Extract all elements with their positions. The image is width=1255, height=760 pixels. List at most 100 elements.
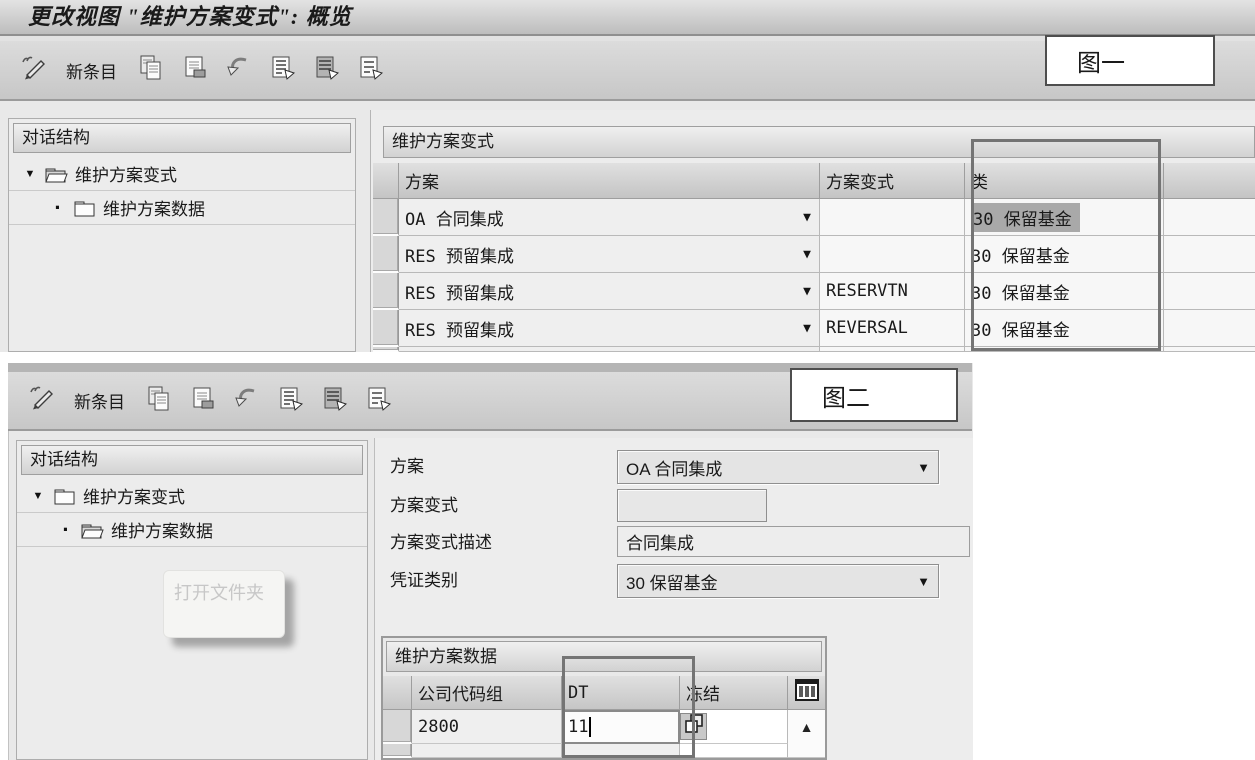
plan-dropdown-cell[interactable]: RES 预留集成 ▼ [399, 310, 820, 347]
filler-cell [1164, 236, 1255, 273]
column-header-company-code-group[interactable]: 公司代码组 [412, 676, 562, 710]
plan-variant-input[interactable] [617, 489, 767, 522]
closed-folder-icon [52, 486, 76, 506]
expand-triangle-icon[interactable]: ▼ [31, 490, 45, 502]
variant-cell[interactable]: REVERSAL [820, 310, 965, 347]
doc-arrow-icon [269, 54, 296, 86]
tooltip-text: 打开文件夹 [174, 583, 264, 603]
table-settings-cell[interactable] [788, 676, 825, 710]
doc-arrow-dark-icon [321, 385, 348, 417]
new-entries-button[interactable]: 新条目 [62, 58, 121, 83]
copy-as-button[interactable] [187, 386, 217, 416]
dropdown-arrow-icon[interactable]: ▼ [803, 247, 819, 262]
dropdown-arrow-icon[interactable]: ▼ [917, 460, 938, 475]
plan-dropdown-cell[interactable]: RES 预留集成 ▼ [399, 273, 820, 310]
undo-icon [225, 54, 252, 86]
doc-arrow-dark-icon [313, 54, 340, 86]
copy-as-icon [181, 54, 208, 86]
scrollbar-up-button[interactable]: ▲ [788, 710, 825, 744]
doc-arrow-icon [277, 385, 304, 417]
column-header-plan[interactable]: 方案 [399, 163, 820, 199]
pencil-glasses-icon [27, 384, 55, 417]
block-select-dark-button[interactable] [319, 386, 349, 416]
tree-node-label: 维护方案数据 [103, 200, 205, 219]
annotation-box-dt-column [562, 656, 695, 758]
open-folder-icon [80, 520, 104, 540]
table-settings-icon [794, 677, 820, 708]
figure1-label: 图一 [1077, 51, 1125, 77]
variant-description-field-label: 方案变式描述 [390, 533, 492, 552]
block-select-dark-button[interactable] [311, 55, 341, 85]
column-header-freeze[interactable]: 冻结 [680, 676, 788, 710]
undo-button[interactable] [231, 386, 261, 416]
display-change-toggle-button[interactable] [18, 55, 48, 85]
copy-as-button[interactable] [179, 55, 209, 85]
display-change-toggle-button[interactable] [26, 386, 56, 416]
annotation-box-category-column [971, 139, 1161, 351]
figure1-label-box: 图一 [1045, 35, 1215, 86]
dropdown-arrow-icon[interactable]: ▼ [803, 321, 819, 336]
doc-arrow-light-icon [365, 385, 392, 417]
expand-triangle-icon[interactable]: ▼ [23, 168, 37, 180]
figure2-label: 图二 [822, 385, 870, 412]
plan-dropdown-cell[interactable]: OA 合同集成 ▼ [399, 199, 820, 236]
block-select-button[interactable] [275, 386, 305, 416]
dialog-structure-header: 对话结构 [13, 123, 351, 153]
open-folder-icon [44, 164, 68, 184]
dialog-structure-header: 对话结构 [21, 445, 363, 475]
open-folder-tooltip: 打开文件夹 [163, 570, 285, 638]
block-select-light-button[interactable] [363, 386, 393, 416]
scroll-up-arrow-icon: ▲ [799, 719, 814, 735]
row-selector[interactable] [373, 199, 399, 236]
doc-arrow-light-icon [357, 54, 384, 86]
tree-bullet: · [54, 194, 62, 220]
plan-variant-field-label: 方案变式 [390, 496, 458, 515]
plan-dropdown-cell[interactable]: RES 预留集成 ▼ [399, 236, 820, 273]
tree-node-label: 维护方案变式 [83, 488, 185, 507]
copy-as-icon [189, 385, 216, 417]
column-header-filler [1164, 163, 1255, 199]
dropdown-arrow-icon[interactable]: ▼ [803, 284, 819, 299]
tree-bullet: · [62, 516, 70, 542]
closed-folder-icon [72, 198, 96, 218]
page-title: 更改视图 "维护方案变式": 概览 [28, 4, 352, 29]
select-all-header-cell[interactable] [383, 676, 412, 710]
column-header-variant[interactable]: 方案变式 [820, 163, 965, 199]
variant-description-field[interactable]: 合同集成 [617, 526, 970, 557]
variant-cell[interactable] [820, 236, 965, 273]
figure2-label-box: 图二 [790, 368, 958, 422]
tree-node-maintenance-plan-variant[interactable]: ▼ 维护方案变式 [9, 157, 355, 191]
copy-button[interactable] [143, 386, 173, 416]
document-type-dropdown[interactable]: 30 保留基金 ▼ [617, 564, 939, 598]
tree-node-maintenance-plan-data[interactable]: · 维护方案数据 [17, 513, 367, 547]
copy-button[interactable] [135, 55, 165, 85]
block-select-button[interactable] [267, 55, 297, 85]
page: 更改视图 "维护方案变式": 概览 新条目 对话结构 ▼ 维护方案变式 · 维护… [0, 0, 1255, 760]
variant-cell[interactable]: RESERVTN [820, 273, 965, 310]
tree-node-maintenance-plan-data[interactable]: · 维护方案数据 [9, 191, 355, 225]
dropdown-arrow-icon[interactable]: ▼ [803, 210, 819, 225]
new-entries-button[interactable]: 新条目 [70, 388, 129, 413]
pencil-glasses-icon [19, 54, 47, 87]
filler-cell [1164, 199, 1255, 236]
copy-icon [137, 54, 164, 86]
dropdown-arrow-icon[interactable]: ▼ [917, 574, 938, 589]
document-type-field-label: 凭证类别 [390, 571, 458, 590]
row-selector [373, 347, 399, 352]
row-selector[interactable] [373, 236, 399, 273]
row-selector[interactable] [373, 310, 399, 347]
company-code-group-cell[interactable]: 2800 [412, 710, 562, 744]
filler-cell [1164, 310, 1255, 347]
select-all-header-cell[interactable] [373, 163, 399, 199]
tree-node-label: 维护方案变式 [75, 166, 177, 185]
tree-node-label: 维护方案数据 [111, 522, 213, 541]
filler-cell [1164, 273, 1255, 310]
block-select-light-button[interactable] [355, 55, 385, 85]
plan-dropdown[interactable]: OA 合同集成 ▼ [617, 450, 939, 484]
row-selector[interactable] [373, 273, 399, 310]
undo-button[interactable] [223, 55, 253, 85]
copy-icon [145, 385, 172, 417]
row-selector[interactable] [383, 710, 412, 744]
variant-cell[interactable] [820, 199, 965, 236]
tree-node-maintenance-plan-variant[interactable]: ▼ 维护方案变式 [17, 479, 367, 513]
